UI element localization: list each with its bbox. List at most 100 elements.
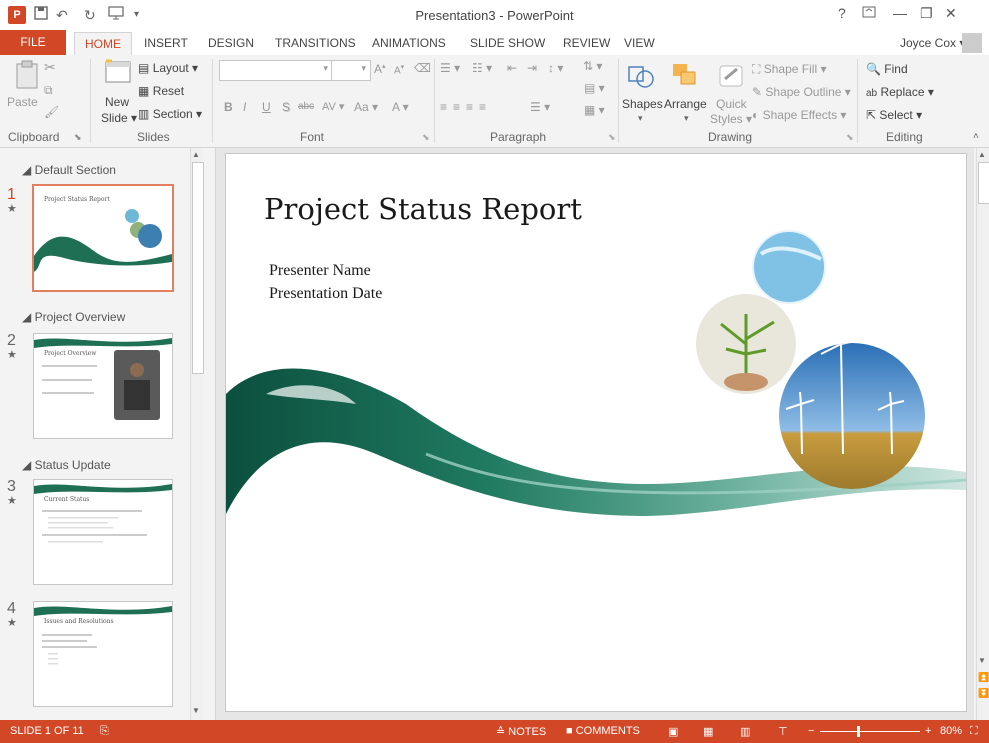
new-slide-button[interactable] <box>104 59 132 88</box>
section-header[interactable]: ◢ Default Section <box>22 163 116 177</box>
tab-insert[interactable]: INSERT <box>144 36 188 50</box>
tab-file[interactable]: FILE <box>0 30 66 55</box>
font-name-box[interactable]: ▾ <box>219 60 333 81</box>
text-shadow-button[interactable]: S <box>282 100 290 114</box>
tab-transitions[interactable]: TRANSITIONS <box>275 36 356 50</box>
scroll-down-icon[interactable]: ▼ <box>192 706 200 715</box>
character-spacing-button[interactable]: AV ▾ <box>322 100 344 113</box>
find-button[interactable]: 🔍 Find <box>866 62 908 76</box>
shape-effects-button[interactable]: ◐ Shape Effects ▾ <box>752 108 846 122</box>
slide-show-icon[interactable]: ⊤ <box>778 725 788 738</box>
tab-home[interactable]: HOME <box>74 32 132 56</box>
smartart-icon[interactable]: ▦ ▾ <box>584 103 605 117</box>
scrollbar-thumb[interactable] <box>978 162 989 204</box>
tab-review[interactable]: REVIEW <box>563 36 610 50</box>
thumbnail-scrollbar[interactable]: ▲ ▼ <box>190 148 204 720</box>
notes-button[interactable]: ≙ NOTES <box>496 725 546 738</box>
section-header[interactable]: ◢ Status Update <box>22 458 111 472</box>
slide-thumbnail-1[interactable]: Project Status Report <box>32 184 174 292</box>
increase-font-size-icon[interactable]: A▴ <box>374 62 386 76</box>
select-button[interactable]: ⇱ Select ▾ <box>866 108 922 122</box>
group-separator <box>212 59 213 143</box>
shape-fill-button[interactable]: ⛶ Shape Fill ▾ <box>752 62 826 77</box>
shapes-label: Shapes <box>622 97 663 111</box>
editor-scrollbar[interactable]: ▲ ▼ ⏫ ⏬ <box>976 148 989 720</box>
arrange-button[interactable] <box>670 61 700 94</box>
bold-button[interactable]: B <box>224 100 233 114</box>
cursor-icon: ⇱ <box>866 108 877 122</box>
user-name[interactable]: Joyce Cox ▾ <box>900 36 965 50</box>
previous-slide-icon[interactable]: ⏫ <box>978 672 989 683</box>
align-text-icon[interactable]: ▤ ▾ <box>584 81 605 95</box>
columns-icon[interactable]: ☰ ▾ <box>530 100 550 114</box>
layout-button[interactable]: ▤ Layout ▾ <box>138 61 198 75</box>
close-button[interactable]: ✕ <box>945 5 957 22</box>
text-direction-icon[interactable]: ⇅ ▾ <box>583 59 602 73</box>
drawing-launcher-icon[interactable]: ⬊ <box>846 132 854 143</box>
comments-button[interactable]: ■ COMMENTS <box>566 725 640 737</box>
font-launcher-icon[interactable]: ⬊ <box>422 132 430 143</box>
numbering-icon[interactable]: ☷ ▾ <box>472 61 492 75</box>
increase-indent-icon[interactable]: ⇥ <box>527 61 537 75</box>
slide-thumbnail-3[interactable]: Current Status <box>33 479 173 585</box>
slide-thumbnail-4[interactable]: Issues and Resolutions <box>33 601 173 707</box>
italic-button[interactable]: I <box>243 100 246 114</box>
tab-design[interactable]: DESIGN <box>208 36 254 50</box>
scroll-up-icon[interactable]: ▲ <box>192 150 200 159</box>
zoom-level[interactable]: 80% <box>940 725 962 737</box>
help-button[interactable]: ? <box>838 5 846 21</box>
underline-button[interactable]: U <box>262 100 271 114</box>
scroll-down-icon[interactable]: ▼ <box>978 656 986 665</box>
reading-view-icon[interactable]: ▥ <box>740 725 750 738</box>
zoom-slider-thumb[interactable] <box>857 726 860 737</box>
pencil-icon: ✎ <box>752 85 763 99</box>
copy-icon[interactable]: ⧉ <box>44 83 53 98</box>
slide-subtitle[interactable]: Presenter Name Presentation Date <box>269 259 382 305</box>
spell-check-icon[interactable]: ⎘ <box>100 725 109 738</box>
paragraph-launcher-icon[interactable]: ⬊ <box>608 132 616 143</box>
avatar[interactable] <box>962 33 982 53</box>
slide-title[interactable]: Project Status Report <box>264 192 582 226</box>
shape-outline-button[interactable]: ✎ Shape Outline ▾ <box>752 85 851 99</box>
replace-button[interactable]: ab Replace ▾ <box>866 85 934 99</box>
zoom-slider[interactable] <box>820 731 920 732</box>
zoom-out-button[interactable]: − <box>808 725 814 737</box>
scrollbar-thumb[interactable] <box>192 162 204 374</box>
next-slide-icon[interactable]: ⏬ <box>978 688 989 699</box>
strikethrough-button[interactable]: abc <box>298 101 314 112</box>
slide-canvas[interactable]: Project Status Report Presenter Name Pre… <box>225 153 967 712</box>
normal-view-icon[interactable]: ▣ <box>668 725 678 738</box>
zoom-in-button[interactable]: + <box>925 725 931 737</box>
minimize-button[interactable]: — <box>893 5 907 21</box>
format-painter-icon[interactable]: 🖌 <box>44 105 59 119</box>
reset-label: Reset <box>152 84 185 98</box>
tab-animations[interactable]: ANIMATIONS <box>372 36 446 50</box>
ribbon-display-options-icon[interactable] <box>862 5 876 21</box>
scroll-up-icon[interactable]: ▲ <box>978 150 986 159</box>
paste-button[interactable] <box>14 59 42 94</box>
collapse-ribbon-icon[interactable]: ˄ <box>973 131 979 142</box>
section-header[interactable]: ◢ Project Overview <box>22 310 125 324</box>
alignment-icons[interactable]: ≡≡≡≡ <box>440 100 492 114</box>
tab-view[interactable]: VIEW <box>624 36 655 50</box>
quick-styles-button[interactable] <box>717 61 747 94</box>
bullets-icon[interactable]: ☰ ▾ <box>440 61 460 75</box>
slide-thumbnail-2[interactable]: Project Overview <box>33 333 173 439</box>
slide-sorter-icon[interactable]: ▦ <box>703 725 713 738</box>
font-size-box[interactable]: ▾ <box>331 60 371 81</box>
line-spacing-icon[interactable]: ↕ ▾ <box>548 61 563 75</box>
new-slide-icon <box>105 59 131 83</box>
section-button[interactable]: ▥ Section ▾ <box>138 107 202 121</box>
clipboard-launcher-icon[interactable]: ⬊ <box>74 132 82 143</box>
decrease-indent-icon[interactable]: ⇤ <box>507 61 517 75</box>
font-color-button[interactable]: A ▾ <box>392 100 409 114</box>
shapes-button[interactable] <box>626 61 656 94</box>
reset-button[interactable]: ▦ Reset <box>138 84 184 98</box>
clear-formatting-icon[interactable]: ⌫ <box>414 61 431 75</box>
tab-slide-show[interactable]: SLIDE SHOW <box>470 36 545 50</box>
cut-icon[interactable]: ✂ <box>44 59 56 76</box>
fit-to-window-icon[interactable]: ⛶ <box>970 725 978 738</box>
change-case-button[interactable]: Aa ▾ <box>354 100 378 114</box>
decrease-font-size-icon[interactable]: A▾ <box>394 63 404 76</box>
restore-button[interactable]: ❐ <box>920 5 933 22</box>
